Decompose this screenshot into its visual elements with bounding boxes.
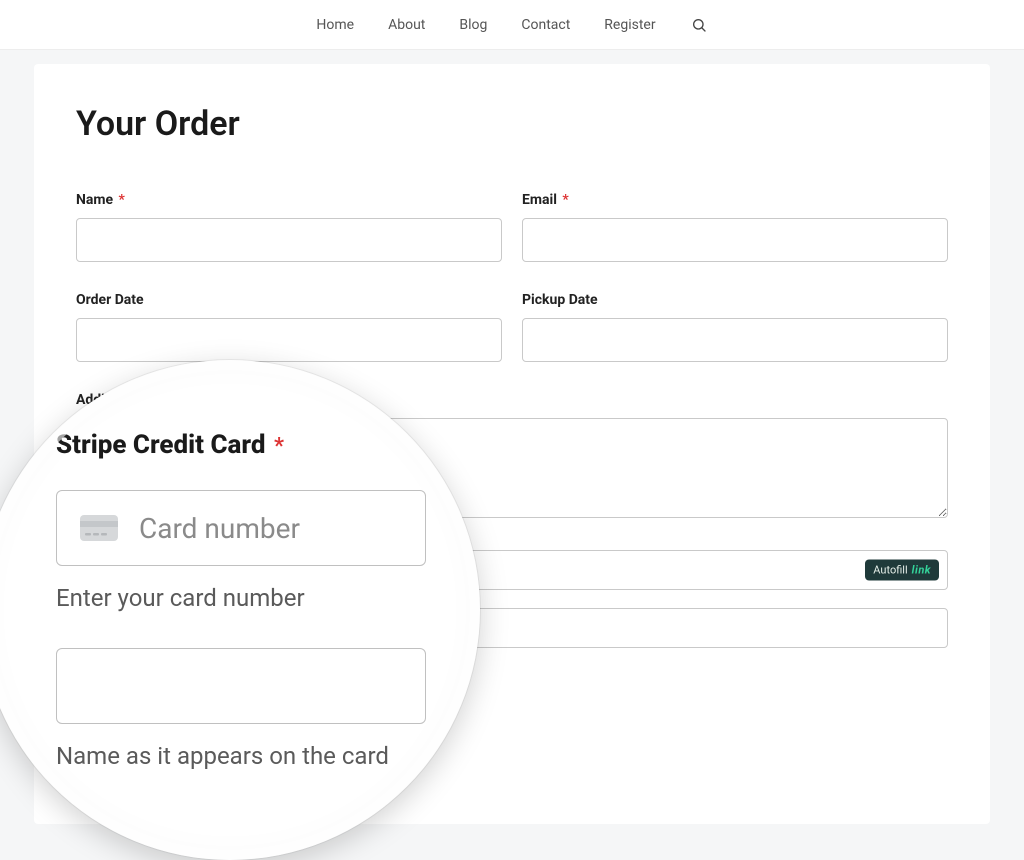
order-date-input[interactable] [76, 318, 502, 362]
email-label-text: Email [522, 192, 557, 208]
autofill-brand: link [912, 564, 931, 577]
email-input[interactable] [522, 218, 948, 262]
name-field-group: Name * [76, 192, 502, 262]
stripe-section-title: Stripe Credit Card * [56, 430, 426, 460]
email-field-group: Email * [522, 192, 948, 262]
name-input[interactable] [76, 218, 502, 262]
name-label: Name * [76, 192, 502, 208]
required-marker: * [562, 192, 568, 208]
nav-contact[interactable]: Contact [521, 17, 570, 33]
card-number-hint: Enter your card number [56, 584, 426, 612]
required-marker: * [119, 192, 125, 208]
name-label-text: Name [76, 192, 113, 208]
nav-home[interactable]: Home [316, 17, 354, 33]
autofill-badge[interactable]: Autofill link [865, 560, 939, 581]
order-date-label: Order Date [76, 292, 502, 308]
page-title: Your Order [76, 104, 948, 144]
top-nav: Home About Blog Contact Register [0, 0, 1024, 50]
zoom-lens: Stripe Credit Card * Card number Enter y… [0, 360, 480, 860]
pickup-date-label: Pickup Date [522, 292, 948, 308]
nav-register[interactable]: Register [604, 17, 655, 33]
email-label: Email * [522, 192, 948, 208]
cardholder-name-input[interactable] [56, 648, 426, 724]
autofill-label: Autofill [873, 564, 907, 577]
stripe-section-title-text: Stripe Credit Card [56, 430, 266, 460]
nav-about[interactable]: About [388, 17, 425, 33]
card-number-placeholder: Card number [139, 512, 300, 545]
pickup-date-field-group: Pickup Date [522, 292, 948, 362]
order-date-field-group: Order Date [76, 292, 502, 362]
credit-card-icon [79, 514, 119, 542]
cardholder-hint: Name as it appears on the card [56, 742, 426, 770]
required-marker: * [274, 434, 284, 459]
search-icon[interactable] [690, 16, 708, 34]
nav-blog[interactable]: Blog [459, 17, 487, 33]
card-number-input[interactable]: Card number [56, 490, 426, 566]
pickup-date-input[interactable] [522, 318, 948, 362]
